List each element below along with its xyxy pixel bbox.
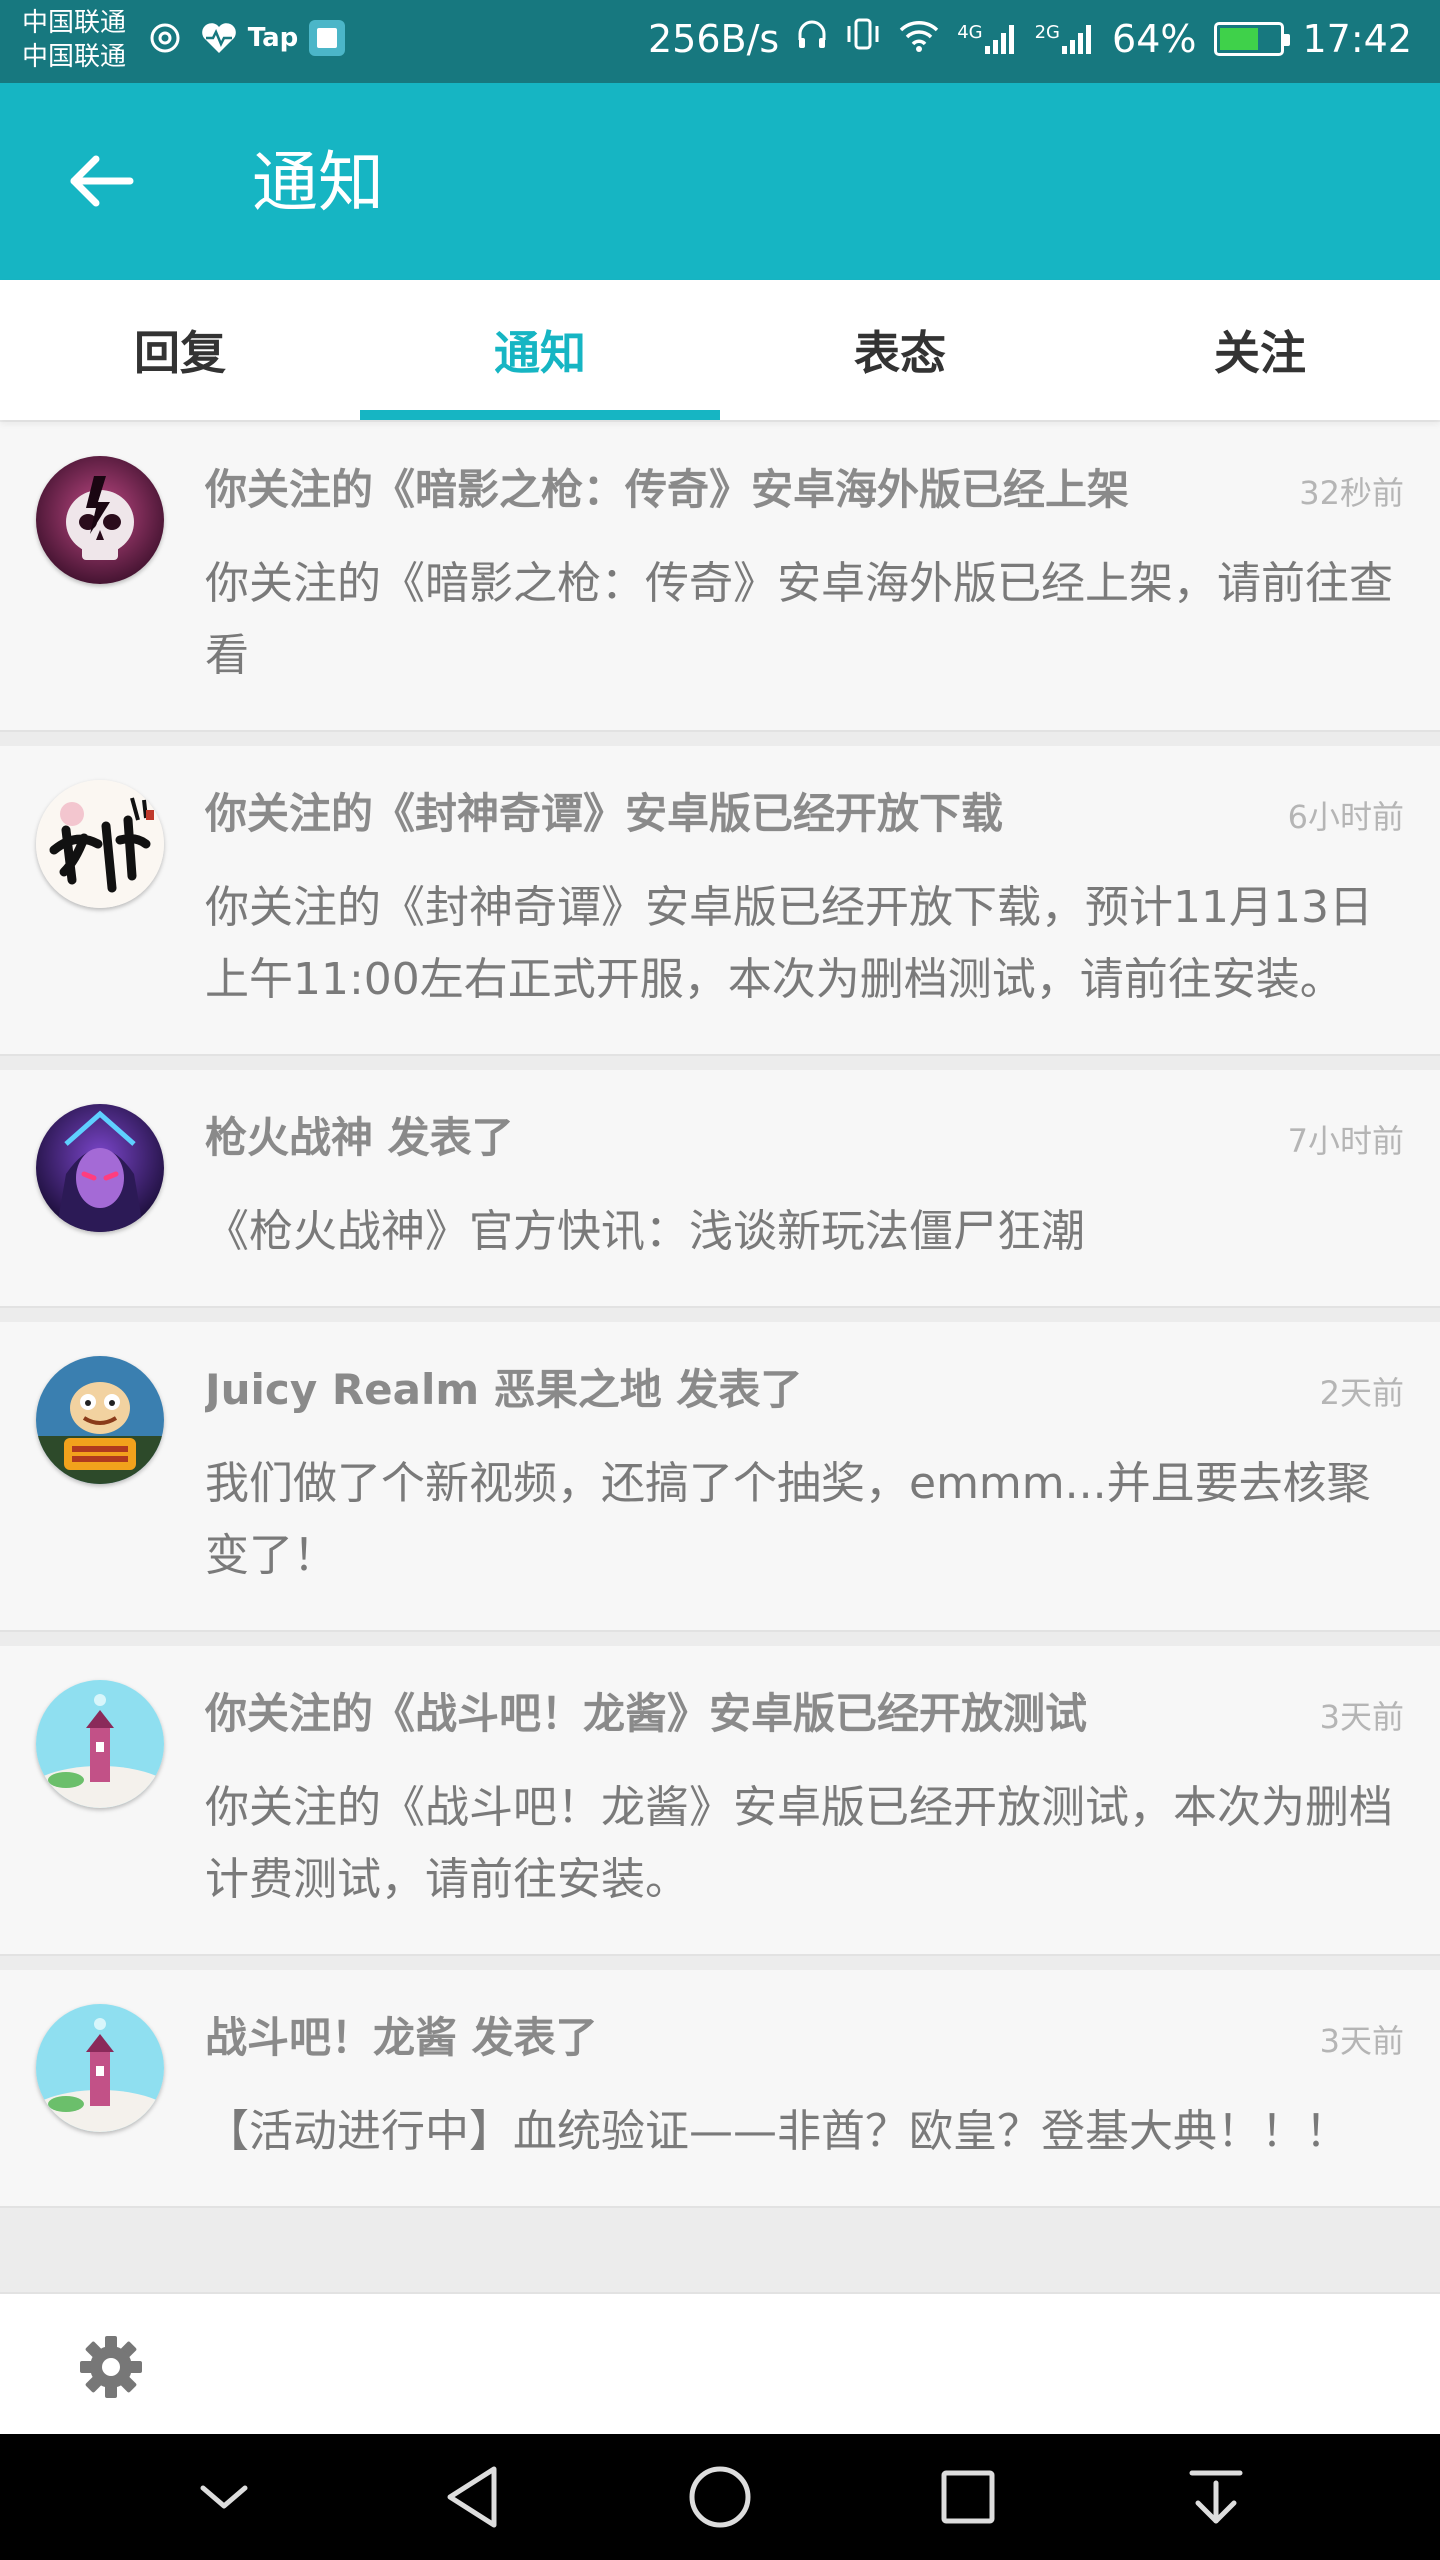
purple-hero-game-icon[interactable] (36, 1104, 164, 1232)
collapse-icon[interactable] (184, 2457, 264, 2537)
notification-body: 《枪火战神》官方快讯：浅谈新玩法僵尸狂潮 (205, 1206, 1085, 1257)
bottom-settings-bar (0, 2292, 1440, 2434)
tower-game-icon[interactable] (36, 2004, 164, 2132)
battery-fill (1220, 27, 1258, 50)
notification-body: 你关注的《暗影之枪：传奇》安卓海外版已经上架，请前往查看 (205, 558, 1393, 681)
battery-icon (1214, 21, 1291, 56)
back-triangle-icon[interactable] (432, 2457, 512, 2537)
notification-time: 3天前 (1319, 2022, 1404, 2060)
tab-follows[interactable]: 关注 (1080, 280, 1440, 420)
tab-reactions[interactable]: 表态 (720, 280, 1080, 420)
notification-title: 枪火战神 发表了 (205, 1113, 514, 1162)
clock: 17:42 (1302, 16, 1412, 61)
notification-time: 7小时前 (1287, 1122, 1404, 1160)
notification-time: 32秒前 (1299, 474, 1404, 512)
net-speed: 256B/s (648, 16, 780, 61)
home-circle-icon[interactable] (680, 2457, 760, 2537)
carrier-1: 中国联通 (22, 8, 127, 38)
notification-title: Juicy Realm 恶果之地 发表了 (205, 1365, 803, 1414)
battery-percent: 64% (1112, 16, 1197, 61)
calligraphy-game-icon[interactable] (36, 780, 164, 908)
notification-item[interactable]: 你关注的《封神奇谭》安卓版已经开放下载 6小时前 你关注的《封神奇谭》安卓版已经… (0, 746, 1440, 1056)
notification-item[interactable]: 你关注的《战斗吧！龙酱》安卓版已经开放测试 3天前 你关注的《战斗吧！龙酱》安卓… (0, 1646, 1440, 1956)
app-bar: 通知 (0, 83, 1440, 280)
notification-list: 你关注的《暗影之枪：传奇》安卓海外版已经上架 32秒前 你关注的《暗影之枪：传奇… (0, 422, 1440, 2292)
notification-title: 你关注的《封神奇谭》安卓版已经开放下载 (205, 789, 1004, 838)
notification-body: 你关注的《战斗吧！龙酱》安卓版已经开放测试，本次为删档计费测试，请前往安装。 (205, 1782, 1393, 1905)
notification-body: 【活动进行中】血统验证——非酋？欧皇？登基大典！！！ (205, 2106, 1349, 2157)
signal-4g-label: 4G (957, 21, 983, 43)
carrier-labels: 中国联通 中国联通 (22, 6, 126, 74)
notification-body: 你关注的《封神奇谭》安卓版已经开放下载，预计11月13日上午11:00左右正式开… (205, 882, 1373, 1005)
signal-2g-icon: 2G (1035, 22, 1094, 56)
headphone-icon (797, 17, 827, 61)
notification-item[interactable]: 战斗吧！龙酱 发表了 3天前 【活动进行中】血统验证——非酋？欧皇？登基大典！！… (0, 1970, 1440, 2208)
notification-body: 我们做了个新视频，还搞了个抽奖，emmm...并且要去核聚变了！ (205, 1458, 1371, 1581)
wifi-icon (899, 17, 939, 61)
signal-4g-icon: 4G (957, 22, 1016, 56)
status-app-icons: Tap (145, 18, 347, 58)
notification-time: 3天前 (1319, 1698, 1404, 1736)
health-heart-icon (199, 18, 239, 58)
notification-time: 2天前 (1319, 1374, 1404, 1412)
juicy-realm-game-icon[interactable] (36, 1356, 164, 1484)
notification-title: 你关注的《战斗吧！龙酱》安卓版已经开放测试 (205, 1689, 1088, 1738)
notification-pull-icon[interactable] (1176, 2457, 1256, 2537)
tower-game-icon[interactable] (36, 1680, 164, 1808)
tab-replies[interactable]: 回复 (0, 280, 360, 420)
notification-item[interactable]: 你关注的《暗影之枪：传奇》安卓海外版已经上架 32秒前 你关注的《暗影之枪：传奇… (0, 422, 1440, 732)
reader-app-icon (307, 18, 347, 58)
tap-app-label: Tap (247, 23, 299, 53)
system-nav-bar (0, 2434, 1440, 2560)
vibrate-icon (845, 16, 881, 61)
status-right-cluster: 256B/s 4G 2G 64% 17:42 (648, 16, 1412, 61)
tab-notifications[interactable]: 通知 (360, 280, 720, 420)
signal-2g-label: 2G (1034, 21, 1061, 43)
notification-title: 战斗吧！龙酱 发表了 (205, 2013, 598, 2062)
recents-square-icon[interactable] (928, 2457, 1008, 2537)
notification-item[interactable]: 枪火战神 发表了 7小时前 《枪火战神》官方快讯：浅谈新玩法僵尸狂潮 (0, 1070, 1440, 1308)
back-arrow-icon[interactable] (62, 141, 142, 221)
notification-title: 你关注的《暗影之枪：传奇》安卓海外版已经上架 (205, 465, 1130, 514)
gear-icon[interactable] (78, 2334, 144, 2400)
notification-item[interactable]: Juicy Realm 恶果之地 发表了 2天前 我们做了个新视频，还搞了个抽奖… (0, 1322, 1440, 1632)
status-bar: 中国联通 中国联通 Tap 256B/s 4G 2G 64% 17:42 (0, 0, 1440, 83)
skull-game-icon[interactable] (36, 456, 164, 584)
carrier-2: 中国联通 (22, 42, 127, 72)
netease-music-icon (145, 18, 185, 58)
page-title: 通知 (252, 144, 384, 221)
notification-time: 6小时前 (1287, 798, 1404, 836)
tab-bar: 回复 通知 表态 关注 (0, 280, 1440, 420)
